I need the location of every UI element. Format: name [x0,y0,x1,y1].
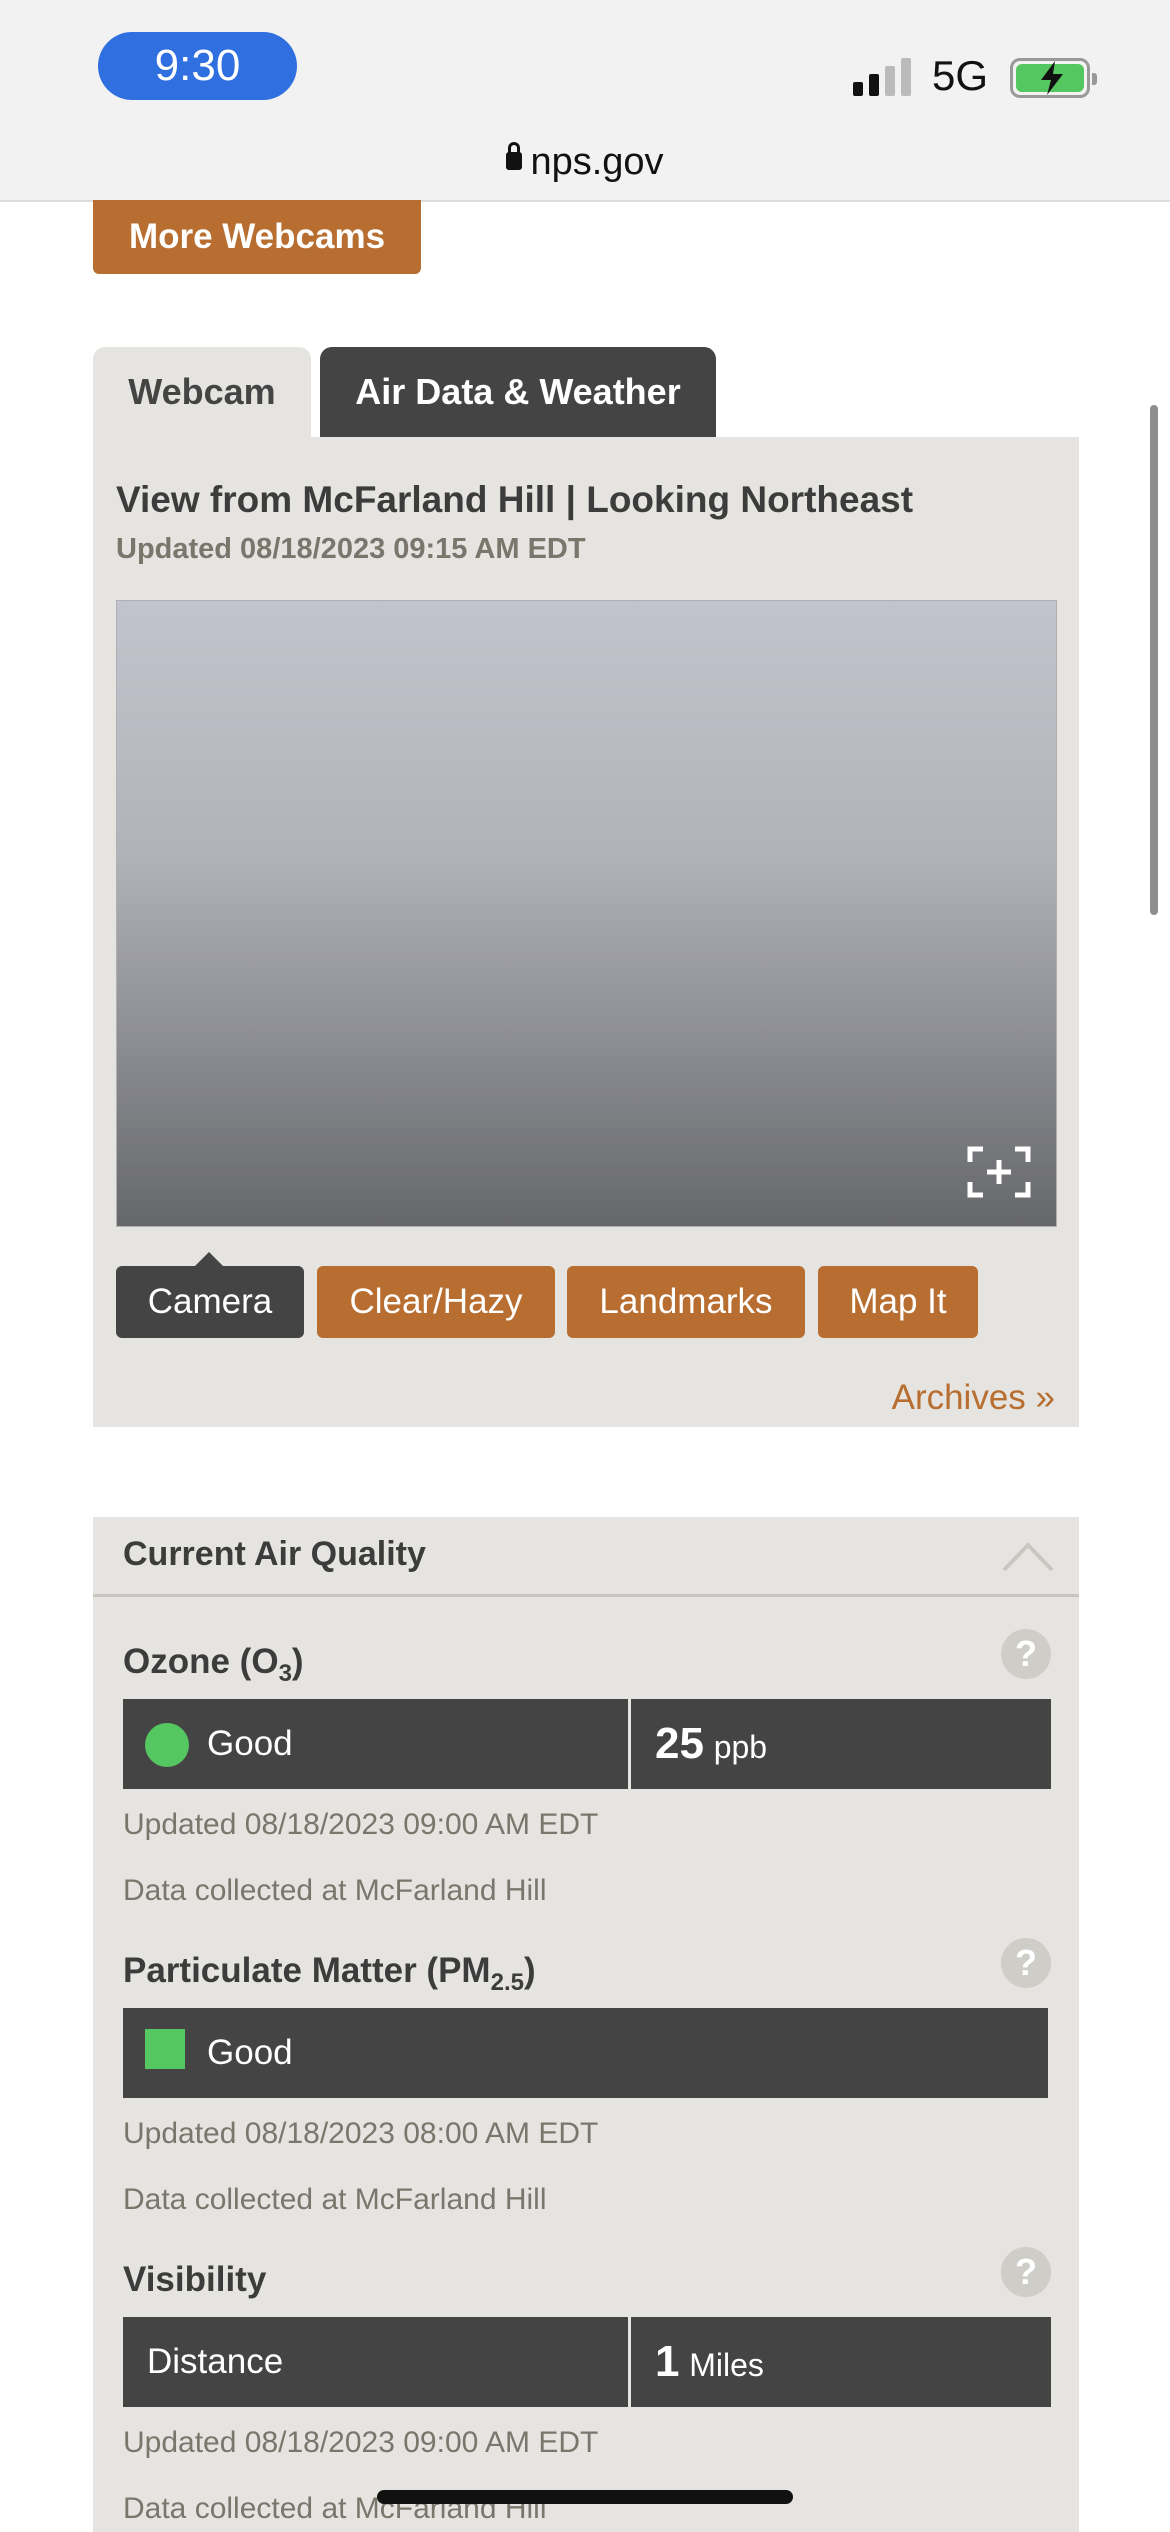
lock-icon [506,141,523,170]
url-text: nps.gov [530,141,664,183]
webcam-panel: View from McFarland Hill | Looking North… [93,437,1079,1427]
pm25-help-icon[interactable]: ? [1001,1938,1051,1988]
ozone-unit: ppb [713,1729,768,1765]
visibility-unit: Miles [689,2347,764,2383]
battery-charging-icon [1010,58,1097,98]
visibility-value: 1 [655,2337,680,2386]
cellular-signal-icon [853,58,911,96]
air-quality-panel: Current Air Quality Ozone (O3) ? Good 25… [93,1517,1079,2532]
ozone-status-cell: Good [123,1699,628,1789]
status-time[interactable]: 9:30 [98,32,297,100]
landmarks-button[interactable]: Landmarks [567,1266,805,1338]
status-good-dot-icon [145,1723,189,1767]
visibility-row: Distance 1 Miles [123,2317,1051,2407]
visibility-updated: Updated 08/18/2023 09:00 AM EDT [123,2426,599,2459]
status-bar: 9:30 5G [0,0,1170,140]
home-indicator[interactable] [377,2490,793,2504]
camera-button[interactable]: Camera [116,1252,304,1338]
air-quality-header[interactable]: Current Air Quality [93,1517,1079,1597]
visibility-title: Visibility [123,2260,267,2299]
ozone-value: 25 [655,1719,704,1768]
pm25-updated: Updated 08/18/2023 08:00 AM EDT [123,2117,599,2150]
more-webcams-button[interactable]: More Webcams [93,200,421,274]
visibility-label-cell: Distance [123,2317,628,2407]
air-quality-title: Current Air Quality [123,1535,426,1573]
ozone-updated: Updated 08/18/2023 09:00 AM EDT [123,1808,599,1841]
pm25-collected: Data collected at McFarland Hill [123,2183,547,2216]
ozone-row: Good 25 ppb [123,1699,1051,1789]
scrollbar[interactable] [1150,405,1158,915]
webcam-image[interactable] [116,600,1057,1227]
visibility-value-cell: 1 Miles [631,2317,1051,2407]
clear-hazy-button[interactable]: Clear/Hazy [317,1266,555,1338]
webcam-title: View from McFarland Hill | Looking North… [116,479,914,520]
pm25-title: Particulate Matter (PM2.5) [123,1951,536,1996]
tab-webcam[interactable]: Webcam [93,347,311,437]
archives-link[interactable]: Archives » [892,1378,1055,1418]
pm25-row: Good [123,2008,1048,2098]
ozone-title: Ozone (O3) [123,1642,304,1687]
tab-air-data-weather[interactable]: Air Data & Weather [320,347,716,437]
network-type: 5G [932,52,989,99]
pm25-status: Good [207,2033,293,2072]
chevron-up-icon[interactable] [1001,1539,1055,1573]
ozone-status: Good [207,1724,293,1763]
status-good-square-icon [145,2029,185,2069]
visibility-help-icon[interactable]: ? [1001,2247,1051,2297]
ozone-value-cell: 25 ppb [631,1699,1051,1789]
visibility-label: Distance [147,2342,284,2381]
address-bar[interactable]: nps.gov [0,140,1170,200]
webcam-updated: Updated 08/18/2023 09:15 AM EDT [116,533,586,565]
ozone-help-icon[interactable]: ? [1001,1629,1051,1679]
map-it-button[interactable]: Map It [818,1266,978,1338]
ozone-collected: Data collected at McFarland Hill [123,1874,547,1907]
fullscreen-expand-icon[interactable] [967,1146,1031,1198]
